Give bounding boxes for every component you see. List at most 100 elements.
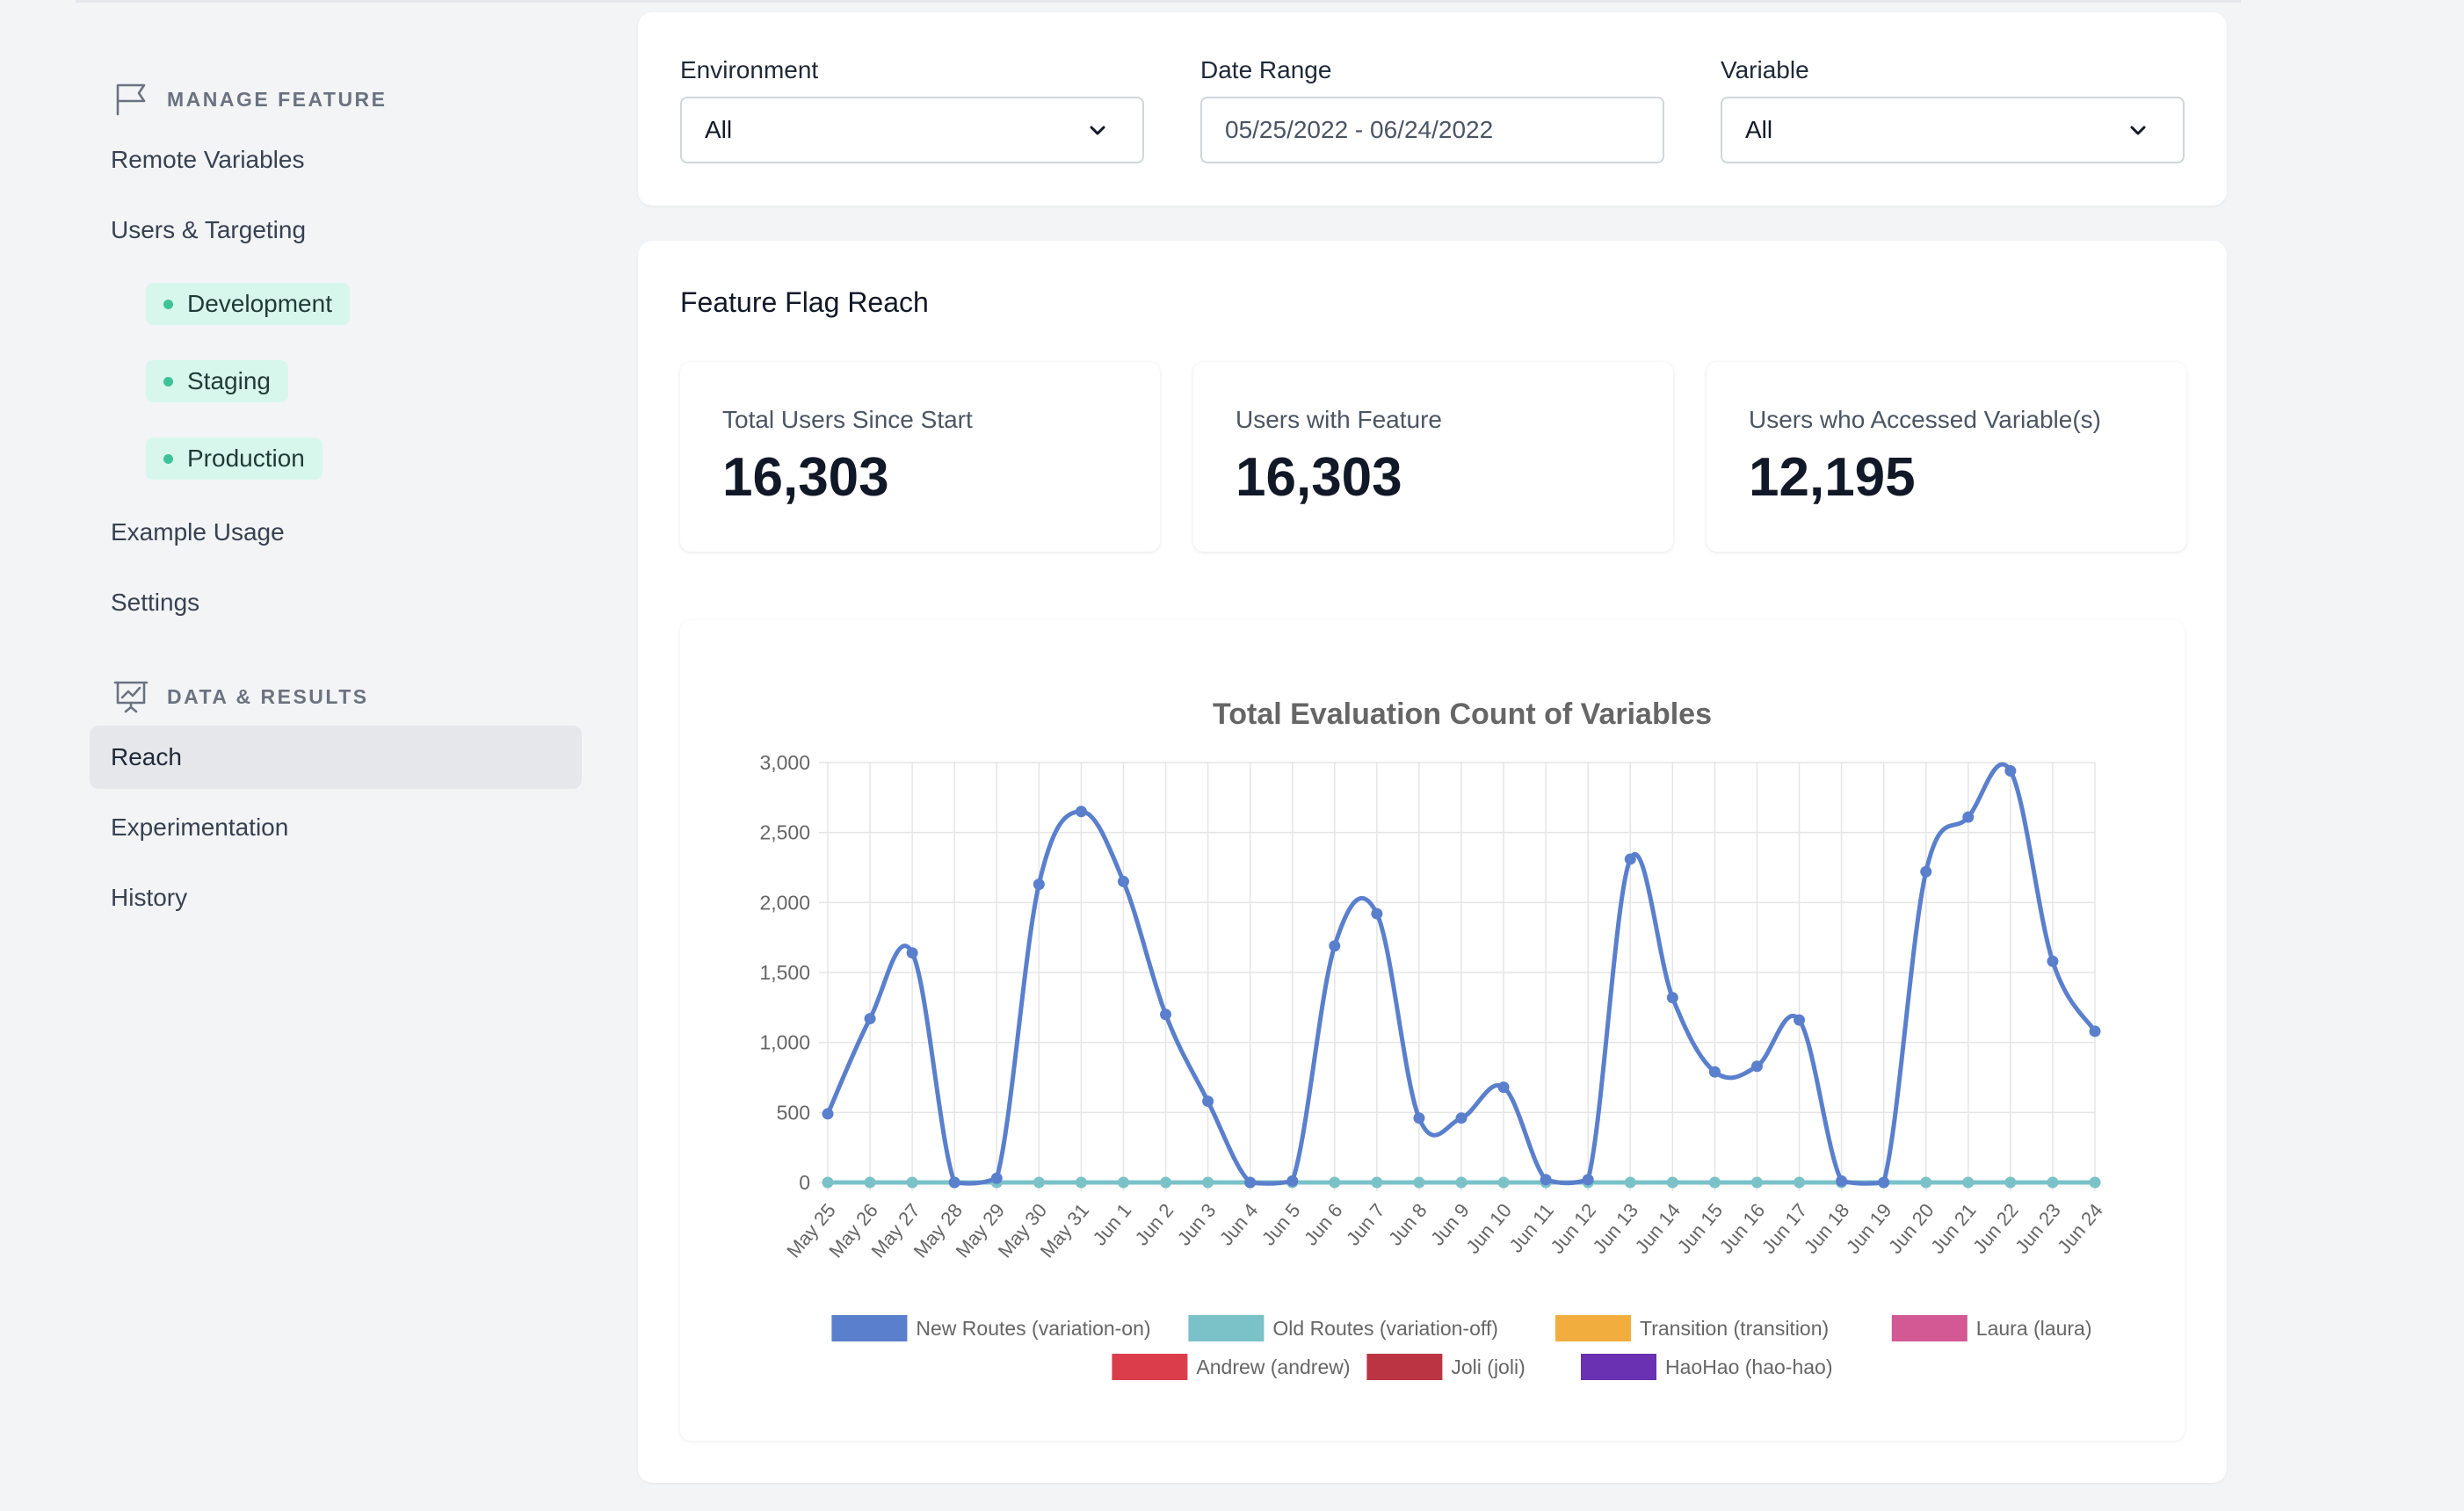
x-tick-label: Jun 7 <box>1342 1199 1389 1249</box>
data-point <box>1920 865 1932 878</box>
status-dot-icon <box>163 299 173 309</box>
y-tick-label: 0 <box>799 1171 810 1194</box>
data-point <box>1750 1176 1763 1189</box>
x-tick-label: Jun 23 <box>2011 1199 2065 1258</box>
data-point <box>1075 806 1087 818</box>
data-point <box>822 1108 834 1120</box>
evaluation-count-chart: Total Evaluation Count of Variables 0 500 1… <box>759 698 2107 1380</box>
data-point <box>1371 907 1383 920</box>
x-tick-label: Jun 19 <box>1842 1199 1896 1258</box>
stat-card-users-with-feature: Users with Feature 16,303 <box>1193 362 1673 552</box>
data-point <box>1160 1176 1172 1189</box>
x-tick-label: Jun 2 <box>1131 1199 1178 1249</box>
legend-swatch <box>1581 1354 1656 1380</box>
variable-value: All <box>1745 116 1773 143</box>
data-point <box>1878 1176 1890 1189</box>
data-point <box>1962 811 1975 823</box>
data-point <box>1624 1176 1636 1189</box>
data-point <box>1329 1176 1341 1189</box>
x-tick-label: Jun 17 <box>1757 1199 1812 1258</box>
data-point <box>906 947 918 959</box>
sidebar-item-reach[interactable]: Reach <box>90 726 582 789</box>
data-point <box>1413 1176 1425 1189</box>
stat-label: Total Users Since Start <box>722 406 973 433</box>
filters-card: Environment All Date Range 05/25/2022 - … <box>638 12 2227 206</box>
legend-label: Andrew (andrew) <box>1196 1356 1350 1378</box>
legend-label: HaoHao (hao-hao) <box>1665 1356 1833 1378</box>
data-point <box>1329 940 1341 952</box>
y-tick-label: 500 <box>777 1101 810 1124</box>
sidebar-item-experimentation[interactable]: Experimentation <box>90 796 582 859</box>
environment-select[interactable]: All <box>680 97 1144 163</box>
data-point <box>2004 765 2017 777</box>
data-point <box>1497 1081 1510 1094</box>
legend-label: Old Routes (variation-off) <box>1272 1317 1498 1340</box>
data-point <box>2089 1176 2101 1189</box>
x-tick-label: Jun 18 <box>1800 1199 1854 1258</box>
stat-card-users-accessed-variables: Users who Accessed Variable(s) 12,195 <box>1707 362 2186 552</box>
data-point <box>1033 1176 1045 1189</box>
sidebar-item-remote-variables[interactable]: Remote Variables <box>90 128 582 192</box>
legend-swatch <box>1188 1315 1265 1341</box>
y-tick-label: 1,000 <box>759 1031 810 1054</box>
data-point <box>1497 1176 1510 1189</box>
data-point <box>1117 1176 1129 1189</box>
stat-value: 16,303 <box>1236 447 1402 508</box>
sidebar-item-history[interactable]: History <box>90 866 582 929</box>
data-point <box>1666 992 1678 1004</box>
data-point <box>1371 1176 1383 1189</box>
data-point <box>2047 955 2059 967</box>
variable-select[interactable]: All <box>1721 97 2185 163</box>
data-point <box>1750 1060 1763 1073</box>
date-range-value: 05/25/2022 - 06/24/2022 <box>1225 116 1494 143</box>
legend-label: New Routes (variation-on) <box>916 1317 1150 1340</box>
legend-swatch <box>1366 1354 1443 1380</box>
chevron-down-icon <box>1090 126 1105 135</box>
sidebar-item-users-targeting[interactable]: Users & Targeting <box>90 199 582 262</box>
x-tick-label: Jun 24 <box>2053 1199 2107 1258</box>
legend-swatch <box>1112 1354 1188 1380</box>
data-point <box>906 1176 918 1189</box>
data-point <box>1202 1095 1214 1108</box>
x-tick-label: Jun 13 <box>1588 1199 1642 1258</box>
sidebar-item-example-usage[interactable]: Example Usage <box>90 501 582 564</box>
data-point <box>1582 1174 1594 1186</box>
y-tick-label: 2,500 <box>759 821 810 844</box>
x-tick-label: Jun 6 <box>1300 1199 1347 1249</box>
env-pill-staging[interactable]: Staging <box>146 360 288 402</box>
reach-card: Feature Flag Reach Total Users Since Sta… <box>638 241 2227 1483</box>
data-point <box>1160 1009 1172 1021</box>
date-range-input[interactable]: 05/25/2022 - 06/24/2022 <box>1200 97 1664 163</box>
env-pill-production[interactable]: Production <box>146 437 322 480</box>
x-tick-label: Jun 1 <box>1089 1199 1136 1249</box>
x-tick-label: Jun 5 <box>1257 1199 1305 1249</box>
env-pill-label: Development <box>187 290 332 317</box>
y-tick-label: 2,000 <box>759 891 810 914</box>
y-tick-label: 1,500 <box>759 961 810 984</box>
x-tick-label: Jun 20 <box>1884 1199 1939 1258</box>
data-point <box>2089 1025 2101 1037</box>
status-dot-icon <box>163 376 173 387</box>
chart-title: Total Evaluation Count of Variables <box>1213 698 1712 731</box>
data-point <box>990 1172 1003 1184</box>
variable-label: Variable <box>1721 56 1809 83</box>
env-pill-development[interactable]: Development <box>146 283 350 325</box>
stat-card-total-users: Total Users Since Start 16,303 <box>680 362 1160 552</box>
data-point <box>1075 1176 1087 1189</box>
data-point <box>1286 1175 1299 1187</box>
legend-swatch <box>1891 1315 1968 1341</box>
sidebar-item-settings[interactable]: Settings <box>90 571 582 634</box>
legend-label: Joli (joli) <box>1451 1356 1525 1378</box>
data-results-title: DATA & RESULTS <box>167 684 369 708</box>
status-dot-icon <box>163 453 173 464</box>
data-point <box>822 1176 834 1189</box>
x-tick-label: Jun 3 <box>1173 1199 1221 1249</box>
x-tick-label: Jun 15 <box>1673 1199 1728 1258</box>
x-tick-label: Jun 16 <box>1715 1199 1770 1258</box>
chevron-down-icon <box>2130 126 2146 135</box>
data-point <box>1244 1176 1257 1189</box>
env-pill-label: Production <box>187 445 305 472</box>
sidebar: MANAGE FEATURE Remote Variables Users & … <box>0 0 598 1511</box>
data-point <box>1794 1176 1806 1189</box>
flag-icon <box>116 83 146 116</box>
